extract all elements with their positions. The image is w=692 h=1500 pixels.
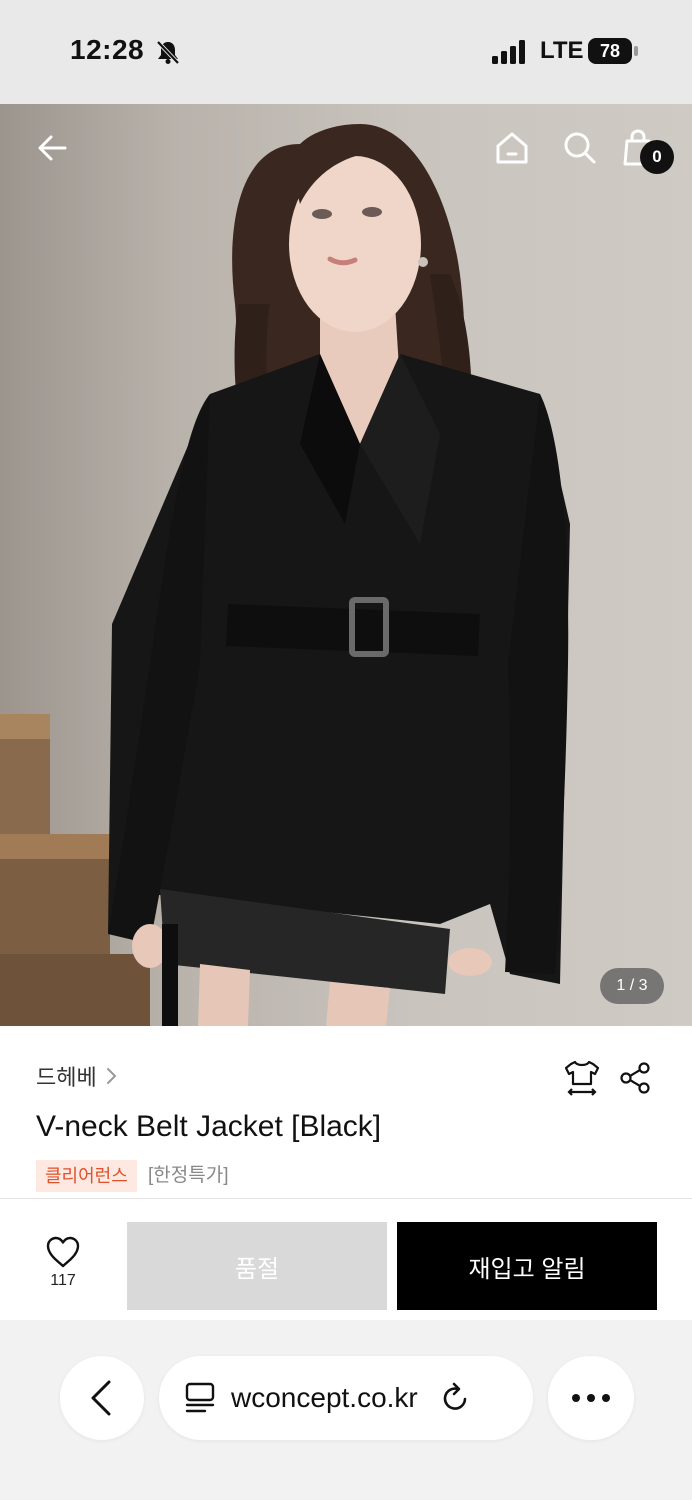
- home-button[interactable]: [488, 124, 536, 172]
- limited-deal-tag: [한정특가]: [148, 1165, 229, 1186]
- signal-icon: [492, 40, 525, 64]
- search-icon: [564, 132, 596, 164]
- size-guide-icon: [564, 1060, 600, 1096]
- share-icon: [620, 1062, 650, 1094]
- back-arrow-icon: [38, 135, 67, 161]
- address-bar[interactable]: wconcept.co.kr: [159, 1356, 533, 1440]
- more-icon: [572, 1394, 610, 1402]
- tabs-icon[interactable]: [183, 1381, 217, 1415]
- battery-level: 78: [588, 38, 632, 64]
- bell-muted-icon: [156, 40, 180, 65]
- product-image[interactable]: [0, 104, 692, 1026]
- home-icon: [496, 132, 528, 164]
- brand-link[interactable]: 드헤베: [36, 1060, 119, 1092]
- url-text: wconcept.co.kr: [231, 1382, 418, 1413]
- size-guide-button[interactable]: [558, 1054, 606, 1102]
- divider: [0, 1198, 692, 1199]
- product-photo: [0, 124, 570, 1026]
- back-chevron-icon: [91, 1380, 111, 1416]
- like-count: 117: [50, 1272, 76, 1289]
- cart-count-badge: 0: [640, 140, 674, 174]
- brand-name: 드헤베: [36, 1065, 97, 1090]
- restock-notify-button[interactable]: 재입고 알림: [397, 1222, 657, 1310]
- like-button[interactable]: 117: [28, 1236, 98, 1306]
- product-title: V-neck Belt Jacket [Black]: [36, 1110, 382, 1143]
- search-button[interactable]: [556, 124, 604, 172]
- browser-back-button[interactable]: [60, 1356, 144, 1440]
- status-bar: 12:28 LTE 78: [0, 0, 692, 104]
- reload-icon[interactable]: [438, 1381, 472, 1415]
- sold-out-button[interactable]: 품절: [127, 1222, 387, 1310]
- back-button[interactable]: [29, 124, 77, 172]
- more-button[interactable]: [548, 1356, 634, 1440]
- clearance-tag: 클리어런스: [36, 1160, 137, 1192]
- chevron-right-icon: [106, 1068, 117, 1084]
- share-button[interactable]: [612, 1054, 660, 1102]
- battery-icon: 78: [588, 38, 638, 64]
- network-type: LTE: [540, 37, 584, 64]
- status-time: 12:28: [70, 34, 145, 65]
- image-counter: 1 / 3: [600, 968, 664, 1004]
- heart-icon: [46, 1236, 80, 1268]
